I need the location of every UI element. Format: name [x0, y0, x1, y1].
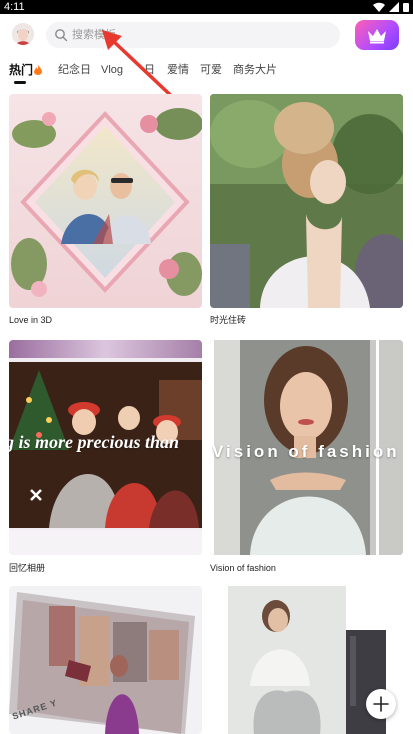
- template-card-travel[interactable]: SHARE Y: [9, 586, 202, 734]
- template-caption: 时光住砖: [210, 315, 247, 325]
- tab-indicator: [14, 81, 26, 84]
- crown-icon: [368, 29, 386, 44]
- status-bar: 4:11: [0, 0, 413, 14]
- battery-icon: [403, 3, 409, 12]
- overlay-text: Vision of fashion: [212, 442, 400, 461]
- top-header: 搜索模板: [0, 14, 413, 56]
- category-tabs: 热门 纪念日 Vlog 日 爱情 可爱 商务大片: [0, 58, 413, 86]
- tab-anniversary[interactable]: 纪念日: [58, 62, 91, 78]
- template-card-memories[interactable]: g is more precious than 回忆相册: [9, 340, 202, 576]
- template-card-fashion[interactable]: Vision of fashion Vision of fashion: [210, 340, 403, 576]
- vip-button[interactable]: [355, 20, 399, 50]
- template-thumbnail: [9, 94, 202, 308]
- wifi-icon: [373, 2, 385, 12]
- template-caption: Vision of fashion: [210, 563, 276, 573]
- tab-cute[interactable]: 可爱: [200, 62, 222, 78]
- search-icon: [55, 29, 68, 42]
- tab-hot-label: 热门: [9, 63, 34, 77]
- tab-hot[interactable]: 热门: [9, 62, 43, 78]
- add-button[interactable]: [366, 689, 396, 719]
- template-caption: Love in 3D: [9, 315, 53, 325]
- search-input[interactable]: 搜索模板: [46, 22, 340, 48]
- profile-avatar-icon: [12, 23, 34, 45]
- template-thumbnail: Vision of fashion: [210, 340, 403, 555]
- overlay-text: g is more precious than: [9, 432, 180, 452]
- signal-icon: [389, 2, 399, 12]
- app-screen: 4:11 搜索模板 热门 纪念日 Vlog 日 爱情 可爱 商务大片 Love …: [0, 0, 413, 734]
- template-thumbnail: SHARE Y: [9, 586, 202, 734]
- template-caption: 回忆相册: [9, 563, 46, 573]
- tab-business[interactable]: 商务大片: [233, 62, 277, 78]
- template-card-time[interactable]: 时光住砖: [210, 94, 403, 328]
- template-thumbnail: [210, 94, 403, 308]
- template-thumbnail: g is more precious than: [9, 340, 202, 555]
- status-time: 4:11: [4, 1, 25, 13]
- avatar[interactable]: [12, 23, 34, 45]
- template-card-love-in-3d[interactable]: Love in 3D: [9, 94, 202, 328]
- fire-icon: [34, 65, 43, 75]
- plus-icon: [373, 696, 389, 712]
